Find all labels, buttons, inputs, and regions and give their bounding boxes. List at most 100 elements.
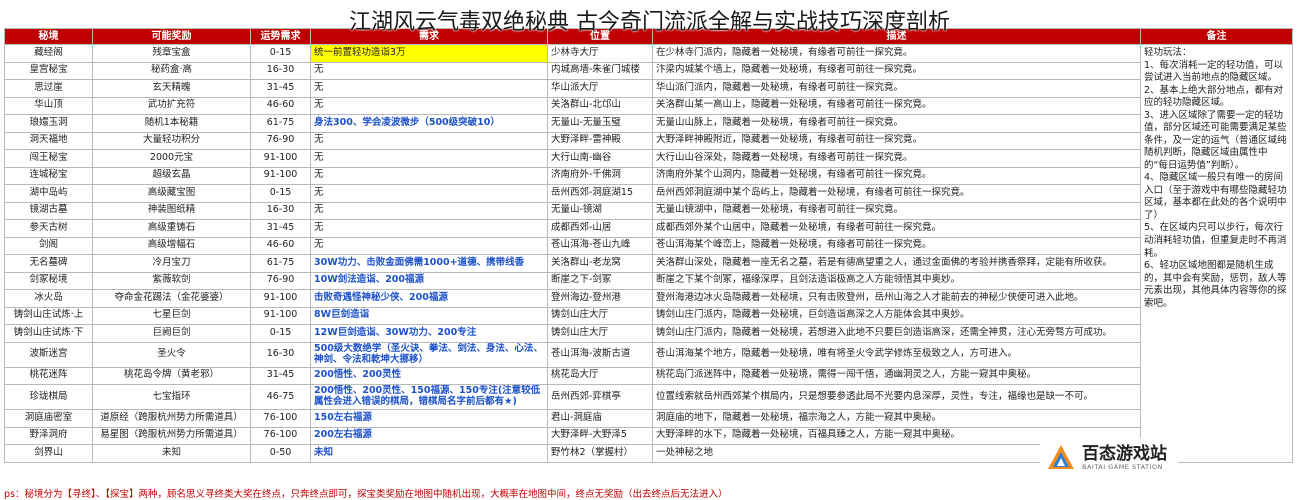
description-cell: 大野泽畔神殿附近，隐藏着一处秘境，有缘者可前往一探究竟。 — [652, 131, 1141, 150]
table-row: 华山顶 武功扩充符 46-60 无关洛群山-北邙山 关洛群山某一高山上，隐藏着一处秘境，… — [4, 96, 1293, 115]
location-cell: 无量山-镜湖 — [547, 201, 653, 220]
requirement-cell: 无 — [310, 61, 548, 80]
realm-name-cell: 铸剑山庄试炼·下 — [4, 324, 93, 343]
location-cell: 苍山洱海-苍山九峰 — [547, 236, 653, 255]
requirement-cell: 无 — [310, 131, 548, 150]
reward-cell: 随机1本秘籍 — [92, 114, 251, 133]
requirement-cell: 500级大数绝学（圣火诀、拳法、剑法、身法、心法、神剑、令法和乾坤大挪移） — [310, 341, 548, 368]
reward-cell: 武功扩充符 — [92, 96, 251, 115]
realm-name-cell: 无名墓碑 — [4, 254, 93, 273]
watermark-logo: 百态游戏站 BAITAI GAME STATION — [1040, 438, 1178, 478]
table-body: 藏经阁 残章宝盒 0-15 统一前置轻功造诣3万 少林寺大厅 在少林寺门派内，隐藏着一处秘… — [4, 44, 1293, 463]
remarks-cell: 轻功玩法： 1、每次消耗一定的轻功值，可以尝试进入当前地点的隐藏区域。 2、基本… — [1140, 44, 1293, 463]
realm-name-cell: 参天古树 — [4, 219, 93, 238]
requirement-cell: 200悟性、200灵性、150福源、150专注(注意较低属性会进入错误的棋局，错… — [310, 384, 548, 410]
location-cell: 大野泽畔-雷神殿 — [547, 131, 653, 150]
reward-cell: 七宝指环 — [92, 384, 251, 410]
requirement-cell: 未知 — [310, 444, 548, 463]
location-cell: 登州海边-登州港 — [547, 289, 653, 308]
realm-name-cell: 洞庭庙密室 — [4, 409, 93, 428]
luck-cell: 16-30 — [250, 201, 311, 220]
requirement-cell: 无 — [310, 201, 548, 220]
luck-cell: 91-100 — [250, 306, 311, 325]
table-row: 闯王秘宝 2000元宝 91-100 无大行山南-幽谷 大行山山谷深处，隐藏着一处秘境，… — [4, 149, 1293, 168]
location-cell: 断崖之下-剑冢 — [547, 271, 653, 290]
table-row: 琅嬛玉洞 随机1本秘籍 61-75 身法300、学会凌波微步（500级突破10） 无量山… — [4, 114, 1293, 133]
table-row: 思过崖 玄天精魄 31-45 无华山派大厅 华山派门派内，隐藏着一处秘境，有缘者可前往一… — [4, 79, 1293, 98]
realm-name-cell: 镜湖古墓 — [4, 201, 93, 220]
watermark-subtitle: BAITAI GAME STATION — [1082, 463, 1163, 472]
reward-cell: 七星巨剑 — [92, 306, 251, 325]
page-title: 江湖风云气毒双绝秘典 古今奇门流派全解与实战技巧深度剖析 — [349, 10, 950, 35]
description-cell: 铸剑山庄门派内，隐藏着一处秘境，若想进入此地不只要巨剑造诣高深，还需全神贯，注心… — [652, 324, 1141, 343]
reward-cell: 2000元宝 — [92, 149, 251, 168]
location-cell: 岳州西郊-洞庭湖15 — [547, 184, 653, 203]
location-cell: 苍山洱海-波斯古道 — [547, 341, 653, 368]
location-cell: 岳州西郊-弈棋亭 — [547, 384, 653, 410]
luck-cell: 76-90 — [250, 271, 311, 290]
realm-name-cell: 冰火岛 — [4, 289, 93, 308]
realm-name-cell: 琅嬛玉洞 — [4, 114, 93, 133]
requirement-cell: 10W剑法造诣、200福源 — [310, 271, 548, 290]
description-cell: 铸剑山庄门派内，隐藏着一处秘境，巨剑造诣高深之人方能体会其中奥妙。 — [652, 306, 1141, 325]
luck-cell: 46-60 — [250, 96, 311, 115]
requirement-cell: 200悟性、200灵性 — [310, 366, 548, 385]
description-cell: 洞庭庙的地下，隐藏着一处秘境，福宗海之人，方能一窥其中奥秘。 — [652, 409, 1141, 428]
luck-cell: 91-100 — [250, 166, 311, 185]
requirement-cell: 150左右福源 — [310, 409, 548, 428]
location-cell: 野竹林2（掌握村） — [547, 444, 653, 463]
luck-cell: 0-15 — [250, 44, 311, 63]
reward-cell: 圣火令 — [92, 341, 251, 368]
luck-cell: 76-100 — [250, 409, 311, 428]
table-row: 无名墓碑 冷月宝刀 61-75 30W功力、击败金面佛需1000+道德、携带线香 关洛群… — [4, 254, 1293, 273]
requirement-cell: 无 — [310, 149, 548, 168]
realm-name-cell: 珍珑棋局 — [4, 384, 93, 410]
location-cell: 铸剑山庄大厅 — [547, 306, 653, 325]
luck-cell: 76-100 — [250, 426, 311, 445]
realm-name-cell: 铸剑山庄试炼·上 — [4, 306, 93, 325]
reward-cell: 玄天精魄 — [92, 79, 251, 98]
table-row: 洞天福地 大量轻功积分 76-90 无大野泽畔-雷神殿 大野泽畔神殿附近，隐藏着一处秘境… — [4, 131, 1293, 150]
reward-cell: 大量轻功积分 — [92, 131, 251, 150]
description-cell: 在少林寺门派内，隐藏着一处秘境，有缘者可前往一探究竟。 — [652, 44, 1141, 63]
reward-cell: 道原经（跨服杭州势力所需道具） — [92, 409, 251, 428]
table-row: 参天古树 高级重铸石 31-45 无成都西郊-山居 成都西郊外某个山居中，隐藏着一处秘境… — [4, 219, 1293, 238]
location-cell: 关洛群山-老龙窝 — [547, 254, 653, 273]
table-row: 桃花迷阵 桃花岛令牌（黄老邪） 31-45 200悟性、200灵性 桃花岛大厅 桃花岛门派… — [4, 366, 1293, 385]
description-cell: 位置线索就岳州西郊某个棋局内，只是想要参透此局不光要内息深厚，灵性，专注，福缘也… — [652, 384, 1141, 410]
reward-cell: 紫薇软剑 — [92, 271, 251, 290]
location-cell: 华山派大厅 — [547, 79, 653, 98]
table-row: 铸剑山庄试炼·上 七星巨剑 91-100 8W巨剑造诣 铸剑山庄大厅 铸剑山庄门派内，隐藏… — [4, 306, 1293, 325]
description-cell: 断崖之下某个剑冢，福缘深厚，且剑法造诣极高之人方能领悟其中奥妙。 — [652, 271, 1141, 290]
luck-cell: 46-75 — [250, 384, 311, 410]
requirement-cell: 12W巨剑造诣、30W功力、200专注 — [310, 324, 548, 343]
luck-cell: 91-100 — [250, 289, 311, 308]
table-row: 波斯迷宫 圣火令 16-30 500级大数绝学（圣火诀、拳法、剑法、身法、心法、神剑、… — [4, 341, 1293, 368]
description-cell: 成都西郊外某个山居中，隐藏着一处秘境，有缘者可前往一探究竟。 — [652, 219, 1141, 238]
table-row: 皇宫秘宝 秘药盒·高 16-30 无内城高墙-朱雀门城楼 汴梁内城某个墙上，隐藏着一处秘… — [4, 61, 1293, 80]
reward-cell: 超级玄晶 — [92, 166, 251, 185]
location-cell: 君山-洞庭庙 — [547, 409, 653, 428]
reward-cell: 夺命金花踢法（金花婆婆） — [92, 289, 251, 308]
table-row: 剑阁 高级增幅石 46-60 无苍山洱海-苍山九峰 苍山洱海某个峰峦上，隐藏着一处秘境，… — [4, 236, 1293, 255]
realm-name-cell: 华山顶 — [4, 96, 93, 115]
realm-name-cell: 连城秘宝 — [4, 166, 93, 185]
realm-name-cell: 洞天福地 — [4, 131, 93, 150]
realm-name-cell: 思过崖 — [4, 79, 93, 98]
table-row: 藏经阁 残章宝盒 0-15 统一前置轻功造诣3万 少林寺大厅 在少林寺门派内，隐藏着一处秘… — [4, 44, 1293, 463]
location-cell: 关洛群山-北邙山 — [547, 96, 653, 115]
table-row: 珍珑棋局 七宝指环 46-75 200悟性、200灵性、150福源、150专注(注意较… — [4, 384, 1293, 410]
description-cell: 华山派门派内，隐藏着一处秘境，有缘者可前往一探究竟。 — [652, 79, 1141, 98]
location-cell: 济南府外-千佛洞 — [547, 166, 653, 185]
footnote: ps：秘境分为【寻终】、【探宝】两种，顾名思义寻终类大奖在终点，只奔终点即可，探… — [4, 489, 728, 500]
requirement-cell: 无 — [310, 96, 548, 115]
reward-cell: 桃花岛令牌（黄老邪） — [92, 366, 251, 385]
realm-name-cell: 野泽洞府 — [4, 426, 93, 445]
reward-cell: 神装图纸精 — [92, 201, 251, 220]
description-cell: 汴梁内城某个墙上，隐藏着一处秘境，有缘者可前往一探究竟。 — [652, 61, 1141, 80]
realm-name-cell: 藏经阁 — [4, 44, 93, 63]
luck-cell: 0-15 — [250, 184, 311, 203]
description-cell: 关洛群山某一高山上，隐藏着一处秘境，有缘者可前往一探究竟。 — [652, 96, 1141, 115]
description-cell: 岳州西郊洞庭湖中某个岛屿上，隐藏着一处秘境，有缘者可前往一探究竟。 — [652, 184, 1141, 203]
luck-cell: 0-15 — [250, 324, 311, 343]
